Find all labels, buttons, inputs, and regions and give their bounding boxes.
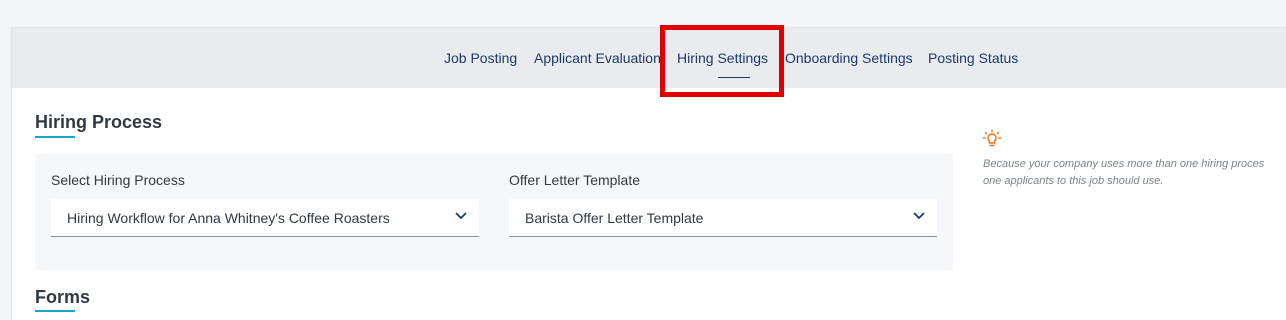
tip-line-1: Because your company uses more than one … — [983, 158, 1265, 170]
tab-applicant-evaluation[interactable]: Applicant Evaluation — [534, 50, 661, 66]
offer-letter-template-value: Barista Offer Letter Template — [525, 210, 704, 226]
hiring-process-accent — [35, 136, 75, 138]
offer-letter-template-select[interactable]: Barista Offer Letter Template — [509, 199, 937, 237]
chevron-down-icon — [455, 212, 467, 220]
tab-onboarding-settings[interactable]: Onboarding Settings — [785, 50, 913, 66]
tip-line-2: one applicants to this job should use. — [983, 175, 1164, 187]
forms-title: Forms — [35, 287, 91, 307]
forms-accent — [35, 310, 75, 312]
tab-posting-status[interactable]: Posting Status — [928, 50, 1018, 66]
tab-job-posting[interactable]: Job Posting — [444, 50, 517, 66]
hiring-process-value: Hiring Workflow for Anna Whitney's Coffe… — [67, 210, 390, 226]
offer-letter-template-label: Offer Letter Template — [509, 172, 640, 188]
highlight-annotation — [660, 25, 784, 97]
lightbulb-icon — [982, 129, 1002, 147]
chevron-down-icon — [913, 212, 925, 220]
tab-bar: Job Posting Applicant Evaluation Hiring … — [12, 28, 1286, 88]
select-hiring-process-label: Select Hiring Process — [51, 172, 185, 188]
hiring-process-title: Hiring Process — [35, 112, 163, 132]
hiring-process-select[interactable]: Hiring Workflow for Anna Whitney's Coffe… — [51, 199, 479, 237]
hiring-process-tip: Because your company uses more than one … — [983, 156, 1286, 190]
